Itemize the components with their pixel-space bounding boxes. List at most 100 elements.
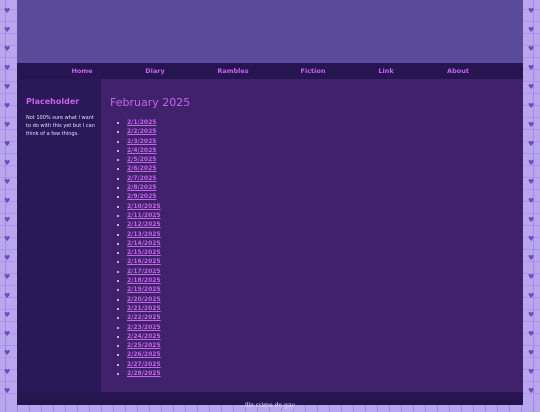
list-item: 2/26/2025 bbox=[127, 350, 161, 359]
heart-icon: ♥ bbox=[528, 197, 535, 205]
list-item: 2/13/2025 bbox=[127, 230, 161, 239]
list-item: 2/28/2025 bbox=[127, 369, 161, 378]
entry-link[interactable]: 2/25/2025 bbox=[127, 342, 161, 349]
entry-link[interactable]: 2/2/2025 bbox=[127, 128, 156, 135]
heart-icon: ♥ bbox=[528, 159, 535, 167]
heart-icon: ♥ bbox=[528, 254, 535, 262]
nav-about[interactable]: About bbox=[447, 63, 469, 79]
entry-link[interactable]: 2/22/2025 bbox=[127, 314, 161, 321]
heart-icon: ♥ bbox=[528, 45, 535, 53]
entry-link[interactable]: 2/24/2025 bbox=[127, 333, 161, 340]
entry-link[interactable]: 2/18/2025 bbox=[127, 277, 161, 284]
list-item: 2/6/2025 bbox=[127, 164, 161, 173]
entry-link[interactable]: 2/10/2025 bbox=[127, 203, 161, 210]
nav-home[interactable]: Home bbox=[71, 63, 92, 79]
heart-icon: ♥ bbox=[4, 292, 11, 300]
heart-icon: ♥ bbox=[528, 102, 535, 110]
entry-link[interactable]: 2/1/2025 bbox=[127, 119, 156, 126]
heart-icon: ♥ bbox=[528, 330, 535, 338]
entry-link[interactable]: 2/27/2025 bbox=[127, 361, 161, 368]
entry-link[interactable]: 2/12/2025 bbox=[127, 221, 161, 228]
heart-icon: ♥ bbox=[528, 178, 535, 186]
heart-icon: ♥ bbox=[528, 292, 535, 300]
list-item: 2/14/2025 bbox=[127, 239, 161, 248]
heart-icon: ♥ bbox=[528, 26, 535, 34]
nav-bar: Home Diary Rambles Fiction Link About bbox=[17, 63, 523, 79]
footer: Ille crime do gay bbox=[17, 392, 523, 409]
entry-link[interactable]: 2/5/2025 bbox=[127, 156, 156, 163]
list-item: 2/1/2025 bbox=[127, 118, 161, 127]
list-item: 2/7/2025 bbox=[127, 174, 161, 183]
list-item: 2/23/2025 bbox=[127, 323, 161, 332]
list-item: 2/16/2025 bbox=[127, 257, 161, 266]
entry-link[interactable]: 2/13/2025 bbox=[127, 231, 161, 238]
entry-link[interactable]: 2/17/2025 bbox=[127, 268, 161, 275]
entry-link[interactable]: 2/4/2025 bbox=[127, 147, 156, 154]
list-item: 2/15/2025 bbox=[127, 248, 161, 257]
heart-icon: ♥ bbox=[4, 7, 11, 15]
list-item: 2/22/2025 bbox=[127, 313, 161, 322]
heart-icon: ♥ bbox=[4, 349, 11, 357]
heart-icon: ♥ bbox=[4, 102, 11, 110]
list-item: 2/27/2025 bbox=[127, 360, 161, 369]
heart-icon: ♥ bbox=[4, 178, 11, 186]
nav-fiction[interactable]: Fiction bbox=[301, 63, 326, 79]
entry-list: 2/1/2025 2/2/2025 2/3/2025 2/4/2025 2/5/2025… bbox=[110, 118, 161, 378]
heart-icon: ♥ bbox=[4, 83, 11, 91]
list-item: 2/3/2025 bbox=[127, 137, 161, 146]
heart-icon: ♥ bbox=[4, 26, 11, 34]
sidebar-text: Not 100% sure what I want to do with thi… bbox=[26, 115, 95, 137]
list-item: 2/5/2025 bbox=[127, 155, 161, 164]
entry-link[interactable]: 2/19/2025 bbox=[127, 286, 161, 293]
list-item: 2/21/2025 bbox=[127, 304, 161, 313]
footer-text: Ille crime do gay bbox=[244, 402, 295, 409]
entry-link[interactable]: 2/16/2025 bbox=[127, 258, 161, 265]
heart-icon: ♥ bbox=[4, 235, 11, 243]
heart-icon: ♥ bbox=[528, 64, 535, 72]
entry-link[interactable]: 2/20/2025 bbox=[127, 296, 161, 303]
entry-link[interactable]: 2/26/2025 bbox=[127, 351, 161, 358]
heart-icon: ♥ bbox=[528, 140, 535, 148]
list-item: 2/24/2025 bbox=[127, 332, 161, 341]
list-item: 2/9/2025 bbox=[127, 192, 161, 201]
list-item: 2/4/2025 bbox=[127, 146, 161, 155]
entry-link[interactable]: 2/21/2025 bbox=[127, 305, 161, 312]
nav-link[interactable]: Link bbox=[378, 63, 393, 79]
heart-icon: ♥ bbox=[4, 368, 11, 376]
list-item: 2/2/2025 bbox=[127, 127, 161, 136]
heart-icon: ♥ bbox=[4, 64, 11, 72]
entry-link[interactable]: 2/7/2025 bbox=[127, 175, 156, 182]
entry-link[interactable]: 2/15/2025 bbox=[127, 249, 161, 256]
entry-link[interactable]: 2/11/2025 bbox=[127, 212, 161, 219]
entry-link[interactable]: 2/14/2025 bbox=[127, 240, 161, 247]
entry-link[interactable]: 2/28/2025 bbox=[127, 370, 161, 377]
entry-link[interactable]: 2/6/2025 bbox=[127, 165, 156, 172]
list-item: 2/20/2025 bbox=[127, 295, 161, 304]
heart-icon: ♥ bbox=[4, 216, 11, 224]
heart-icon: ♥ bbox=[528, 311, 535, 319]
heart-icon: ♥ bbox=[4, 45, 11, 53]
heart-icon: ♥ bbox=[528, 273, 535, 281]
list-item: 2/25/2025 bbox=[127, 341, 161, 350]
nav-diary[interactable]: Diary bbox=[145, 63, 164, 79]
heart-icon: ♥ bbox=[4, 140, 11, 148]
heart-icon: ♥ bbox=[4, 311, 11, 319]
entry-link[interactable]: 2/9/2025 bbox=[127, 193, 156, 200]
list-item: 2/19/2025 bbox=[127, 285, 161, 294]
heart-icon: ♥ bbox=[528, 349, 535, 357]
heart-icon: ♥ bbox=[528, 83, 535, 91]
heart-icon: ♥ bbox=[528, 235, 535, 243]
entry-link[interactable]: 2/3/2025 bbox=[127, 138, 156, 145]
heart-icon: ♥ bbox=[4, 330, 11, 338]
entry-link[interactable]: 2/23/2025 bbox=[127, 324, 161, 331]
heart-icon: ♥ bbox=[4, 254, 11, 262]
heart-icon: ♥ bbox=[4, 387, 11, 395]
entry-link[interactable]: 2/8/2025 bbox=[127, 184, 156, 191]
heart-icon: ♥ bbox=[528, 387, 535, 395]
heart-icon: ♥ bbox=[4, 121, 11, 129]
list-item: 2/11/2025 bbox=[127, 211, 161, 220]
list-item: 2/10/2025 bbox=[127, 202, 161, 211]
list-item: 2/18/2025 bbox=[127, 276, 161, 285]
nav-rambles[interactable]: Rambles bbox=[217, 63, 248, 79]
header-banner bbox=[17, 0, 523, 63]
